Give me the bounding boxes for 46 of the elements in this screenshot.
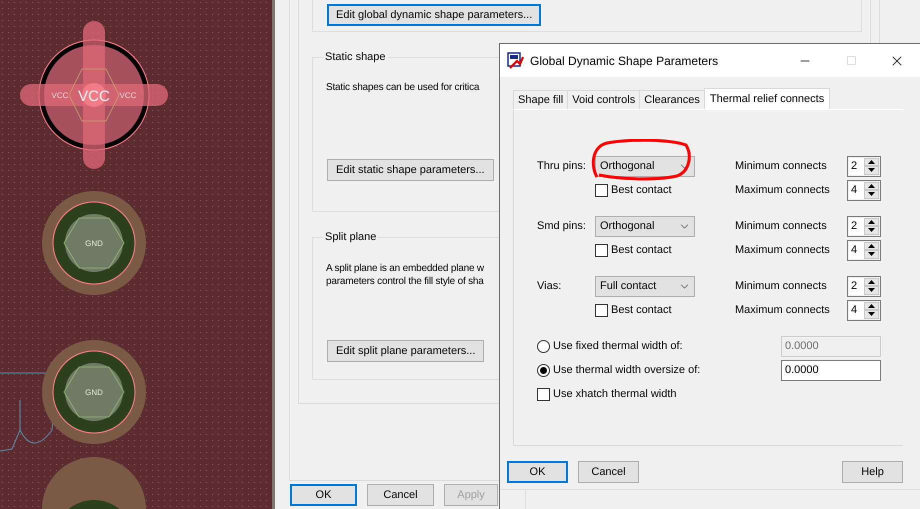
checkbox[interactable] (595, 244, 608, 256)
field-label: Minimum connects (735, 280, 828, 292)
field-label: Thru pins: (537, 160, 587, 172)
checkbox-label: Use xhatch thermal width (553, 388, 676, 400)
checkbox-label: Best contact (611, 244, 672, 256)
tab[interactable]: Thermal relief connects (704, 88, 830, 109)
window-title: Global Dynamic Shape Parameters (530, 54, 720, 68)
tab[interactable]: Shape fill (513, 90, 568, 109)
group-title: Static shape (324, 51, 387, 63)
radio-button[interactable] (537, 364, 550, 376)
field-label: Maximum connects (735, 304, 831, 316)
checkbox[interactable] (595, 184, 608, 196)
edit-parameters-button[interactable]: Edit split plane parameters... (327, 340, 484, 362)
field-label: Smd pins: (537, 220, 587, 232)
radio-label: Use thermal width oversize of: (553, 364, 700, 376)
net-label: VCC (52, 91, 68, 100)
dialog-button[interactable]: OK (290, 484, 357, 506)
field-label: Maximum connects (735, 184, 831, 196)
group-title: Split plane (324, 231, 378, 243)
dialog-button[interactable]: Cancel (367, 484, 434, 506)
field-label: Minimum connects (735, 220, 828, 232)
checkbox[interactable] (595, 304, 608, 316)
app-icon (507, 52, 524, 69)
checkbox-label: Best contact (611, 184, 672, 196)
dialog-button[interactable]: Cancel (578, 461, 639, 483)
dialog-button[interactable]: Help (842, 461, 903, 483)
group-description: A split plane is an embedded plane w parameters control the fill style of sha (326, 262, 484, 288)
dropdown[interactable]: Orthogonal (595, 216, 695, 236)
maximize-icon (846, 55, 856, 66)
net-label: VCC (120, 91, 136, 100)
dropdown[interactable]: Orthogonal (595, 156, 695, 176)
field-label: Minimum connects (735, 160, 828, 172)
checkbox-label: Best contact (611, 304, 672, 316)
dropdown[interactable]: Full contact (595, 276, 695, 296)
dialog-button[interactable]: OK (507, 461, 568, 483)
radio-label: Use fixed thermal width of: (553, 340, 683, 352)
net-label: VCC (78, 88, 110, 105)
net-label: GND (85, 388, 103, 397)
edit-parameters-button[interactable]: Edit static shape parameters... (327, 159, 494, 181)
checkbox[interactable] (537, 388, 550, 400)
edit-global-dynamic-button[interactable]: Edit global dynamic shape parameters... (327, 4, 542, 26)
field-label: Maximum connects (735, 244, 831, 256)
net-label: GND (85, 239, 103, 248)
input-field[interactable]: 0.0000 (781, 360, 881, 380)
group-description: Static shapes can be used for critica (326, 81, 480, 94)
field-label: Vias: (537, 280, 562, 292)
